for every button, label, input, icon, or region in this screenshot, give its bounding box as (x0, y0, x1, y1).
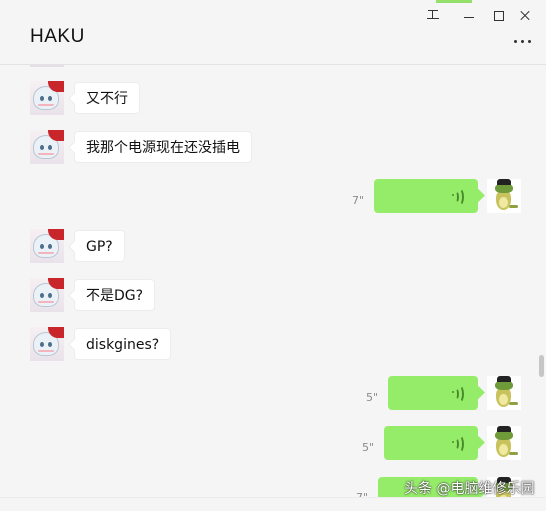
voice-wave-icon (452, 385, 466, 403)
voice-duration: 5" (362, 441, 375, 454)
contact-avatar[interactable] (30, 278, 64, 312)
message-text-bubble[interactable]: 我那个电源现在还没插电 (74, 131, 252, 163)
window-accent (436, 0, 472, 3)
voice-duration: 7" (352, 194, 365, 207)
voice-duration: 5" (366, 391, 379, 404)
my-avatar[interactable] (487, 426, 521, 460)
chat-title: HAKU (30, 26, 85, 47)
previous-avatar-fragment (30, 65, 64, 67)
my-avatar[interactable] (487, 376, 521, 410)
contact-avatar[interactable] (30, 229, 64, 263)
pin-icon[interactable] (424, 8, 442, 22)
maximize-icon[interactable] (490, 8, 508, 22)
minimize-icon[interactable] (461, 8, 479, 22)
scrollbar-thumb[interactable] (539, 355, 544, 377)
watermark-text: 头条 @电脑维修乐园 (404, 481, 535, 497)
message-text-bubble[interactable]: 不是DG? (74, 279, 156, 311)
input-area-edge (0, 497, 546, 511)
voice-message-bubble[interactable] (384, 426, 478, 460)
message-list[interactable]: 又不行 我那个电源现在还没插电 7" GP? 不是DG? diskgines? … (0, 65, 546, 510)
my-avatar[interactable] (487, 179, 521, 213)
voice-wave-icon (452, 435, 466, 453)
close-icon[interactable] (517, 8, 535, 22)
message-text-bubble[interactable]: diskgines? (74, 328, 172, 360)
message-text-bubble[interactable]: GP? (74, 230, 125, 262)
voice-message-bubble[interactable] (388, 376, 478, 410)
message-text-bubble[interactable]: 又不行 (74, 82, 140, 114)
chat-header: HAKU (0, 0, 546, 65)
more-dots-icon[interactable] (512, 40, 534, 46)
voice-wave-icon (452, 188, 466, 206)
contact-avatar[interactable] (30, 327, 64, 361)
voice-message-bubble[interactable] (374, 179, 478, 213)
contact-avatar[interactable] (30, 130, 64, 164)
contact-avatar[interactable] (30, 81, 64, 115)
